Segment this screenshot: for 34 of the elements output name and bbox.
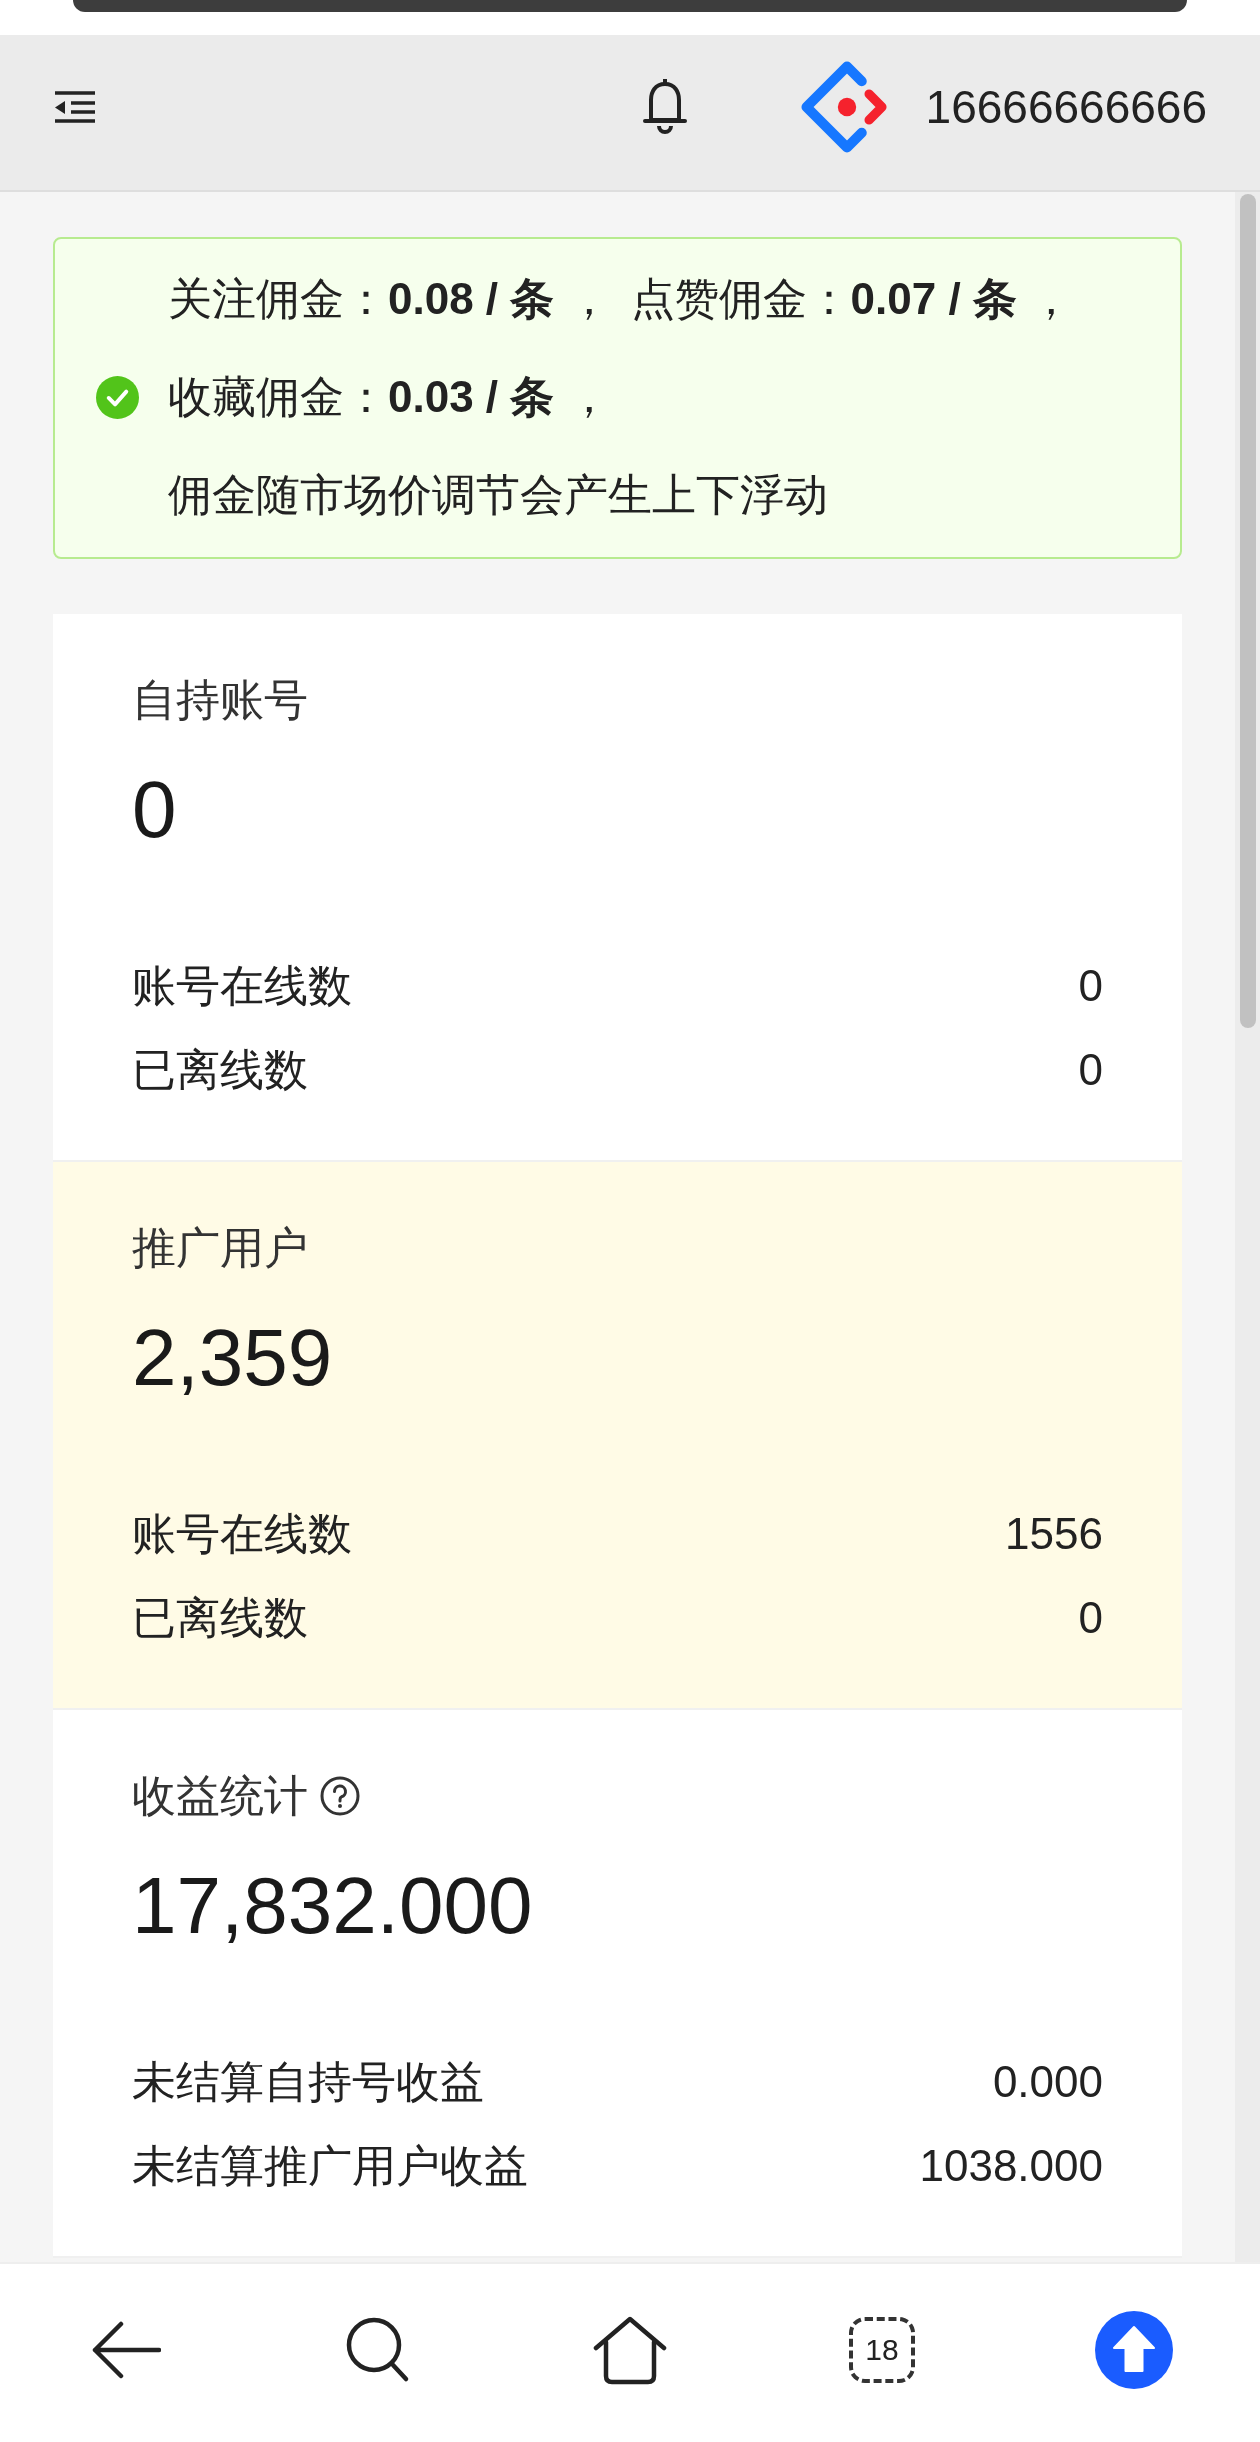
note-text: 佣金随市场价调节会产生上下浮动 (168, 469, 828, 521)
username[interactable]: 16666666666 (925, 83, 1207, 130)
back-arrow-icon[interactable] (91, 2321, 161, 2379)
help-icon[interactable] (320, 1776, 360, 1816)
rate-text: 点赞佣金：0.07 / 条 ， (630, 273, 1074, 325)
row-label: 未结算自持号收益 (132, 2056, 484, 2108)
stat-value: 17,832.000 (132, 1860, 533, 1952)
stat-value: 2,359 (132, 1312, 333, 1404)
check-circle-icon (96, 375, 139, 419)
scrollbar-track[interactable] (1235, 192, 1260, 2262)
row-value: 1556 (1005, 1508, 1103, 1560)
scrollbar-thumb[interactable] (1239, 194, 1256, 1028)
row-label: 未结算推广用户收益 (132, 2140, 528, 2192)
row-value: 0 (1078, 960, 1103, 1012)
home-icon[interactable] (593, 2315, 667, 2385)
row-label: 账号在线数 (132, 960, 352, 1012)
row-label: 已离线数 (132, 1044, 308, 1096)
row-value: 1038.000 (919, 2140, 1103, 2192)
rate-text: 关注佣金：0.08 / 条 ， (168, 273, 611, 325)
tabs-button[interactable]: 18 (849, 2317, 915, 2383)
row-value: 0 (1078, 1592, 1103, 1644)
card-title: 收益统计 (132, 1770, 308, 1822)
search-icon[interactable] (346, 2317, 410, 2383)
row-value: 0 (1078, 1044, 1103, 1096)
bell-icon[interactable] (642, 77, 687, 136)
row-value: 0.000 (992, 2056, 1103, 2108)
stat-value: 0 (132, 764, 177, 856)
card-title: 推广用户 (132, 1222, 308, 1274)
menu-icon[interactable] (55, 90, 95, 123)
rate-text: 收藏佣金：0.03 / 条 ， (168, 371, 611, 423)
up-arrow-circle-icon[interactable] (1095, 2311, 1173, 2389)
card-title: 自持账号 (132, 674, 308, 726)
row-label: 已离线数 (132, 1592, 308, 1644)
row-label: 账号在线数 (132, 1508, 352, 1560)
